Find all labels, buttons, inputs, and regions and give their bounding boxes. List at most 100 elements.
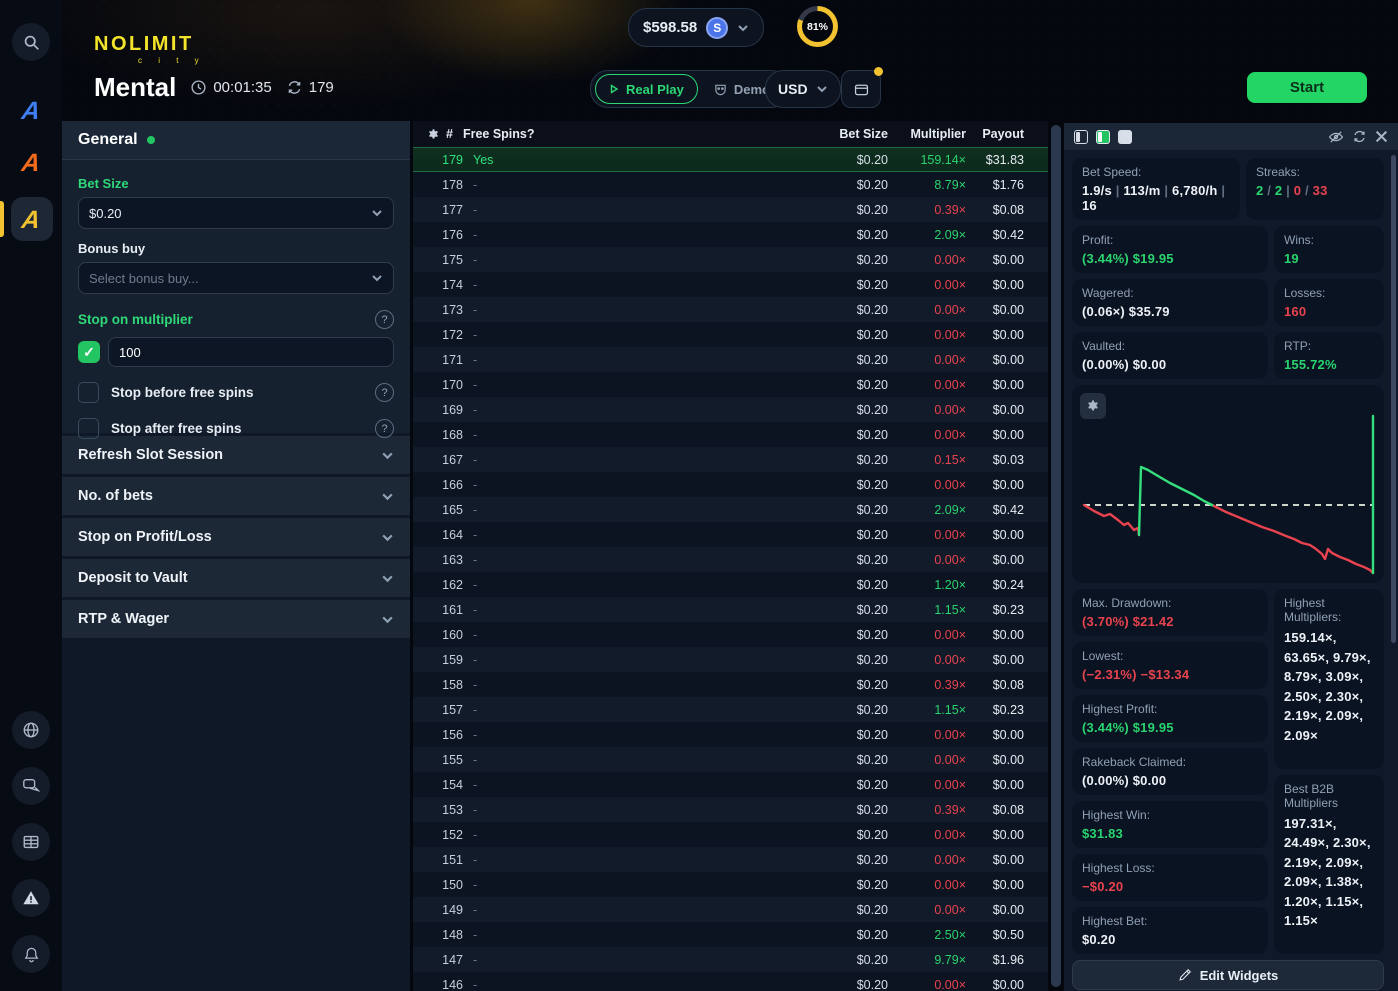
stop-after-checkbox[interactable] bbox=[78, 418, 99, 439]
accordion-section-deposit-to-vault[interactable]: Deposit to Vault bbox=[62, 559, 410, 597]
table-row[interactable]: 147-$0.209.79×$1.96 bbox=[413, 947, 1048, 972]
col-payout[interactable]: Payout bbox=[966, 127, 1048, 141]
table-row[interactable]: 150-$0.200.00×$0.00 bbox=[413, 872, 1048, 897]
help-icon[interactable]: ? bbox=[375, 310, 394, 329]
layout-left-icon[interactable] bbox=[1074, 130, 1088, 144]
col-multiplier[interactable]: Multiplier bbox=[888, 127, 966, 141]
row-multiplier: 0.39× bbox=[888, 203, 966, 217]
row-number: 148 bbox=[433, 928, 463, 942]
widgets-scrollbar[interactable] bbox=[1391, 155, 1396, 643]
table-row[interactable]: 179Yes$0.20159.14×$31.83 bbox=[413, 147, 1048, 172]
table-row[interactable]: 154-$0.200.00×$0.00 bbox=[413, 772, 1048, 797]
table-row[interactable]: 170-$0.200.00×$0.00 bbox=[413, 372, 1048, 397]
row-number: 146 bbox=[433, 978, 463, 991]
stat-card: Highest Bet:$0.20 bbox=[1072, 907, 1268, 954]
table-row[interactable]: 158-$0.200.39×$0.08 bbox=[413, 672, 1048, 697]
row-payout: $0.00 bbox=[966, 353, 1048, 367]
table-row[interactable]: 146-$0.200.00×$0.00 bbox=[413, 972, 1048, 991]
multiplier-list: 197.31×, 24.49×, 2.30×, 2.19×, 2.09×, 2.… bbox=[1284, 814, 1374, 931]
table-row[interactable]: 159-$0.200.00×$0.00 bbox=[413, 647, 1048, 672]
col-num[interactable]: # bbox=[446, 127, 453, 141]
wallet-button[interactable] bbox=[841, 70, 881, 108]
help-icon[interactable]: ? bbox=[375, 419, 394, 438]
currency-dropdown[interactable]: USD bbox=[765, 70, 841, 108]
table-row[interactable]: 171-$0.200.00×$0.00 bbox=[413, 347, 1048, 372]
table-settings-icon[interactable] bbox=[427, 128, 440, 141]
table-row[interactable]: 162-$0.201.20×$0.24 bbox=[413, 572, 1048, 597]
table-row[interactable]: 164-$0.200.00×$0.00 bbox=[413, 522, 1048, 547]
table-row[interactable]: 176-$0.202.09×$0.42 bbox=[413, 222, 1048, 247]
table-row[interactable]: 157-$0.201.15×$0.23 bbox=[413, 697, 1048, 722]
history-button[interactable] bbox=[12, 823, 50, 861]
layout-split-icon[interactable] bbox=[1096, 130, 1110, 144]
table-row[interactable]: 161-$0.201.15×$0.23 bbox=[413, 597, 1048, 622]
table-row[interactable]: 177-$0.200.39×$0.08 bbox=[413, 197, 1048, 222]
stat-label: Highest Win: bbox=[1082, 808, 1258, 822]
table-scrollbar[interactable] bbox=[1051, 125, 1061, 987]
language-button[interactable] bbox=[12, 711, 50, 749]
row-bet: $0.20 bbox=[822, 978, 888, 991]
table-row[interactable]: 167-$0.200.15×$0.03 bbox=[413, 447, 1048, 472]
sidebar-item-game-orange[interactable]: A bbox=[0, 149, 64, 178]
table-row[interactable]: 173-$0.200.00×$0.00 bbox=[413, 297, 1048, 322]
help-icon[interactable]: ? bbox=[375, 383, 394, 402]
table-row[interactable]: 149-$0.200.00×$0.00 bbox=[413, 897, 1048, 922]
bet-size-select[interactable]: $0.20 bbox=[78, 197, 394, 229]
row-payout: $0.50 bbox=[966, 928, 1048, 942]
play-icon bbox=[609, 84, 619, 94]
stat-card: Wins:19 bbox=[1274, 226, 1384, 273]
table-row[interactable]: 172-$0.200.00×$0.00 bbox=[413, 322, 1048, 347]
sidebar-item-game-yellow[interactable]: A bbox=[0, 206, 64, 235]
notification-dot bbox=[874, 67, 883, 76]
accordion-section-rtp-wager[interactable]: RTP & Wager bbox=[62, 600, 410, 638]
row-number: 164 bbox=[433, 528, 463, 542]
accordion-section-refresh-slot-session[interactable]: Refresh Slot Session bbox=[62, 436, 410, 474]
balance-dropdown[interactable]: $598.58 S bbox=[628, 8, 764, 47]
table-row[interactable]: 165-$0.202.09×$0.42 bbox=[413, 497, 1048, 522]
row-bet: $0.20 bbox=[822, 878, 888, 892]
tab-general[interactable]: General bbox=[62, 121, 410, 160]
stop-multiplier-checkbox[interactable]: ✓ bbox=[78, 341, 100, 363]
table-row[interactable]: 160-$0.200.00×$0.00 bbox=[413, 622, 1048, 647]
chevron-down-icon bbox=[737, 22, 749, 34]
stop-multiplier-input[interactable] bbox=[108, 337, 394, 367]
sidebar-item-game-blue[interactable]: A bbox=[0, 97, 64, 126]
real-play-button[interactable]: Real Play bbox=[595, 74, 698, 104]
stat-value: $31.83 bbox=[1082, 826, 1258, 841]
health-ring[interactable]: 81% bbox=[797, 6, 838, 47]
multiplier-cards-column: Highest Multipliers:159.14×, 63.65×, 9.7… bbox=[1274, 589, 1384, 954]
accordion-section-no-of-bets[interactable]: No. of bets bbox=[62, 477, 410, 515]
close-icon[interactable] bbox=[1375, 130, 1388, 143]
col-free-spins[interactable]: Free Spins? bbox=[453, 127, 822, 141]
start-button[interactable]: Start bbox=[1247, 72, 1367, 103]
chart-settings-button[interactable] bbox=[1080, 393, 1106, 419]
table-row[interactable]: 155-$0.200.00×$0.00 bbox=[413, 747, 1048, 772]
stop-before-checkbox[interactable] bbox=[78, 382, 99, 403]
row-free-spins: - bbox=[463, 853, 822, 867]
table-row[interactable]: 178-$0.208.79×$1.76 bbox=[413, 172, 1048, 197]
table-row[interactable]: 151-$0.200.00×$0.00 bbox=[413, 847, 1048, 872]
table-row[interactable]: 174-$0.200.00×$0.00 bbox=[413, 272, 1048, 297]
table-row[interactable]: 163-$0.200.00×$0.00 bbox=[413, 547, 1048, 572]
search-button[interactable] bbox=[12, 23, 50, 61]
refresh-icon[interactable] bbox=[1352, 129, 1367, 144]
table-row[interactable]: 152-$0.200.00×$0.00 bbox=[413, 822, 1048, 847]
accordion-section-stop-on-profit-loss[interactable]: Stop on Profit/Loss bbox=[62, 518, 410, 556]
table-row[interactable]: 148-$0.202.50×$0.50 bbox=[413, 922, 1048, 947]
row-payout: $0.00 bbox=[966, 728, 1048, 742]
notifications-button[interactable] bbox=[12, 935, 50, 973]
layout-full-icon[interactable] bbox=[1118, 130, 1132, 144]
chat-button[interactable] bbox=[12, 767, 50, 805]
row-multiplier: 1.15× bbox=[888, 703, 966, 717]
col-bet-size[interactable]: Bet Size bbox=[822, 127, 888, 141]
edit-widgets-button[interactable]: Edit Widgets bbox=[1072, 960, 1384, 990]
bonus-buy-select[interactable]: Select bonus buy... bbox=[78, 262, 394, 294]
table-row[interactable]: 156-$0.200.00×$0.00 bbox=[413, 722, 1048, 747]
table-row[interactable]: 175-$0.200.00×$0.00 bbox=[413, 247, 1048, 272]
table-row[interactable]: 168-$0.200.00×$0.00 bbox=[413, 422, 1048, 447]
table-row[interactable]: 169-$0.200.00×$0.00 bbox=[413, 397, 1048, 422]
alerts-button[interactable] bbox=[12, 879, 50, 917]
table-row[interactable]: 166-$0.200.00×$0.00 bbox=[413, 472, 1048, 497]
table-row[interactable]: 153-$0.200.39×$0.08 bbox=[413, 797, 1048, 822]
hide-icon[interactable] bbox=[1328, 129, 1344, 145]
